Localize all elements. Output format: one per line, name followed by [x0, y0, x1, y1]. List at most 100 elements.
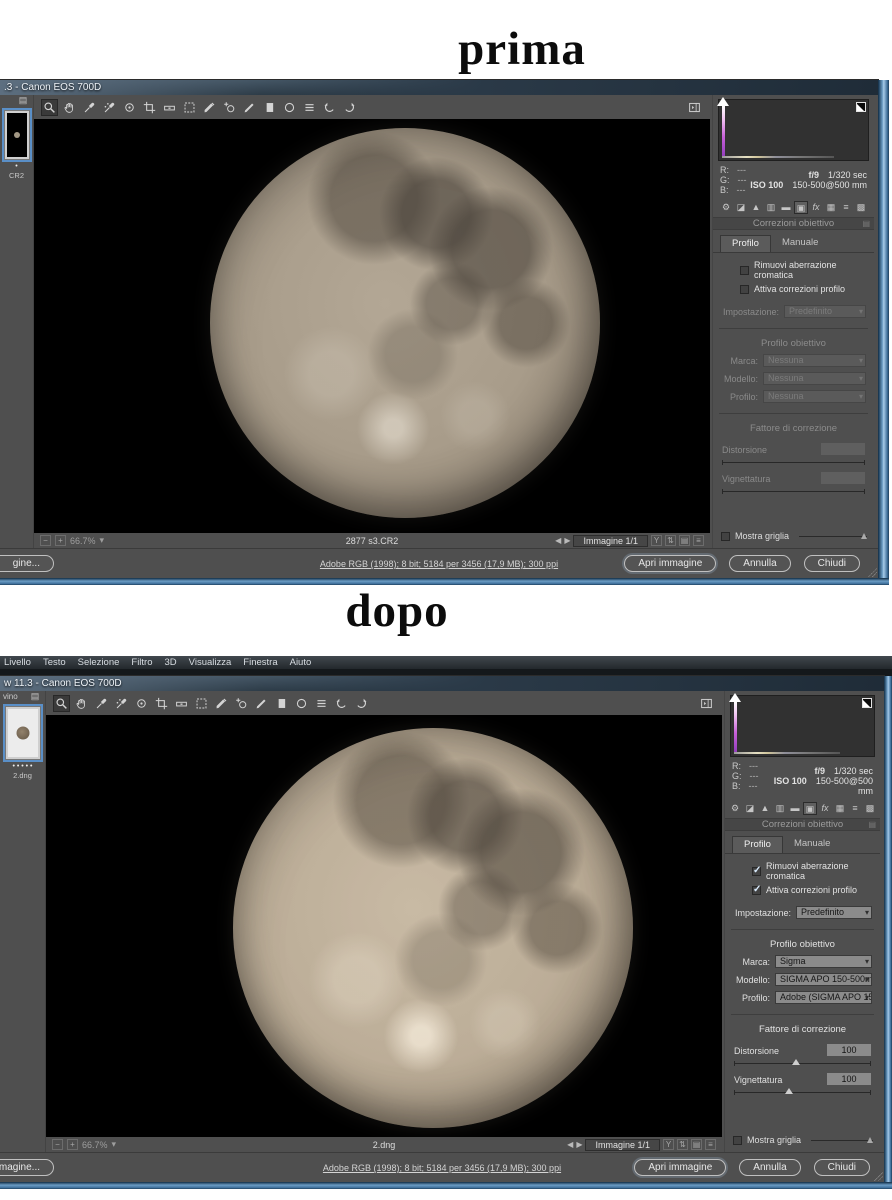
marca-dropdown[interactable]: Nessuna▾ — [763, 354, 866, 367]
snapshots-tab-icon[interactable]: ▩ — [854, 201, 868, 214]
targeted-adjustment-tool-icon[interactable] — [133, 695, 150, 712]
tab-manuale[interactable]: Manuale — [783, 836, 841, 853]
shadow-clipping-icon[interactable] — [717, 97, 729, 106]
zoom-tool-icon[interactable] — [41, 99, 58, 116]
thumbnail-selected[interactable] — [2, 108, 32, 162]
toggle-fullscreen-icon[interactable] — [686, 99, 703, 116]
thumbnail-rating[interactable]: • — [0, 163, 33, 170]
thumbnail-selected[interactable] — [3, 704, 43, 762]
modello-dropdown[interactable]: SIGMA APO 150-500mm F5-6...▾ — [775, 973, 872, 986]
radial-filter-tool-icon[interactable] — [293, 695, 310, 712]
show-grid-checkbox[interactable] — [721, 532, 730, 541]
toggle-fullscreen-icon[interactable] — [698, 695, 715, 712]
white-balance-tool-icon[interactable] — [81, 99, 98, 116]
distortion-value[interactable]: 100 — [827, 1044, 871, 1056]
split-toning-tab-icon[interactable]: ▬ — [788, 802, 802, 815]
hand-tool-icon[interactable] — [73, 695, 90, 712]
setting-dropdown[interactable]: Predefinito▾ — [784, 305, 866, 318]
zoom-in-button[interactable]: + — [67, 1139, 78, 1150]
straighten-tool-icon[interactable] — [161, 99, 178, 116]
snapshots-tab-icon[interactable]: ▩ — [863, 802, 877, 815]
open-image-button[interactable]: Apri immagine — [634, 1159, 726, 1176]
zoom-caret-icon[interactable]: ▾ — [100, 535, 105, 546]
zoom-out-button[interactable]: − — [52, 1139, 63, 1150]
preferences-icon[interactable] — [313, 695, 330, 712]
cancel-button[interactable]: Annulla — [729, 555, 790, 572]
image-preview[interactable] — [34, 119, 710, 533]
remove-chromatic-aberration-checkbox[interactable] — [752, 867, 761, 876]
zoom-out-button[interactable]: − — [40, 535, 51, 546]
zoom-caret-icon[interactable]: ▾ — [112, 1139, 117, 1150]
detail-tab-icon[interactable]: ▲ — [758, 802, 772, 815]
prev-image-button[interactable]: ◀ — [567, 1140, 573, 1149]
red-eye-tool-icon[interactable] — [233, 695, 250, 712]
tab-profilo[interactable]: Profilo — [732, 836, 783, 853]
section-menu-icon[interactable]: ▤ — [868, 819, 876, 831]
enable-profile-corrections-checkbox[interactable] — [740, 285, 749, 294]
zoom-level[interactable]: 66.7% — [82, 1140, 108, 1150]
highlight-clipping-icon[interactable] — [856, 102, 866, 112]
hsl-tab-icon[interactable]: ▥ — [773, 802, 787, 815]
filmstrip-menu-icon[interactable]: ▤ — [28, 690, 42, 703]
basic-tab-icon[interactable]: ⚙ — [728, 802, 742, 815]
preferences-icon[interactable] — [301, 99, 318, 116]
rotate-right-icon[interactable] — [353, 695, 370, 712]
effects-tab-icon[interactable]: fx — [809, 201, 823, 214]
marca-dropdown[interactable]: Sigma▾ — [775, 955, 872, 968]
hand-tool-icon[interactable] — [61, 99, 78, 116]
grid-size-slider[interactable] — [799, 536, 867, 537]
list-view-icon[interactable]: ≡ — [693, 535, 704, 546]
enable-profile-corrections-checkbox[interactable] — [752, 886, 761, 895]
tone-curve-tab-icon[interactable]: ◪ — [743, 802, 757, 815]
list-view-icon[interactable]: ≡ — [705, 1139, 716, 1150]
graduated-filter-tool-icon[interactable] — [261, 99, 278, 116]
window-titlebar[interactable]: w 11.3 - Canon EOS 700D — [0, 676, 884, 691]
adjustment-brush-tool-icon[interactable] — [253, 695, 270, 712]
red-eye-tool-icon[interactable] — [221, 99, 238, 116]
shadow-clipping-icon[interactable] — [729, 693, 741, 702]
basic-tab-icon[interactable]: ⚙ — [719, 201, 733, 214]
section-menu-icon[interactable]: ▤ — [862, 218, 870, 230]
next-image-button[interactable]: ▶ — [576, 1140, 582, 1149]
radial-filter-tool-icon[interactable] — [281, 99, 298, 116]
vignetting-slider[interactable] — [722, 491, 865, 492]
calibration-tab-icon[interactable]: ▦ — [824, 201, 838, 214]
grid-view-icon[interactable]: ▤ — [691, 1139, 702, 1150]
grid-view-icon[interactable]: ▤ — [679, 535, 690, 546]
close-button[interactable]: Chiudi — [804, 555, 860, 572]
spot-removal-tool-icon[interactable] — [213, 695, 230, 712]
hsl-tab-icon[interactable]: ▥ — [764, 201, 778, 214]
y-view-toggle[interactable]: Y — [651, 535, 662, 546]
presets-tab-icon[interactable]: ≡ — [839, 201, 853, 214]
transform-tool-icon[interactable] — [181, 99, 198, 116]
filmstrip-menu-icon[interactable]: ▤ — [16, 94, 30, 107]
tone-curve-tab-icon[interactable]: ◪ — [734, 201, 748, 214]
cancel-button[interactable]: Annulla — [739, 1159, 800, 1176]
crop-tool-icon[interactable] — [141, 99, 158, 116]
thumbnail-rating[interactable]: • • • • • — [0, 763, 45, 770]
graduated-filter-tool-icon[interactable] — [273, 695, 290, 712]
tab-manuale[interactable]: Manuale — [771, 235, 829, 252]
menu-filtro[interactable]: Filtro — [131, 657, 152, 668]
detail-tab-icon[interactable]: ▲ — [749, 201, 763, 214]
show-grid-checkbox[interactable] — [733, 1136, 742, 1145]
straighten-tool-icon[interactable] — [173, 695, 190, 712]
sort-icon[interactable]: ⇅ — [665, 535, 676, 546]
spot-removal-tool-icon[interactable] — [201, 99, 218, 116]
menu-finestra[interactable]: Finestra — [243, 657, 277, 668]
adjustment-brush-tool-icon[interactable] — [241, 99, 258, 116]
color-sampler-tool-icon[interactable] — [113, 695, 130, 712]
resize-grip[interactable] — [874, 1172, 883, 1181]
image-preview[interactable] — [46, 715, 722, 1137]
vignetting-slider[interactable] — [734, 1092, 871, 1093]
menu-livello[interactable]: Livello — [4, 657, 31, 668]
distortion-slider[interactable] — [734, 1063, 871, 1064]
prev-image-button[interactable]: ◀ — [555, 536, 561, 545]
rotate-left-icon[interactable] — [333, 695, 350, 712]
sort-icon[interactable]: ⇅ — [677, 1139, 688, 1150]
split-toning-tab-icon[interactable]: ▬ — [779, 201, 793, 214]
open-image-button[interactable]: Apri immagine — [624, 555, 716, 572]
window-titlebar[interactable]: .3 - Canon EOS 700D — [0, 80, 878, 95]
profilo-dropdown[interactable]: Nessuna▾ — [763, 390, 866, 403]
menu-visualizza[interactable]: Visualizza — [189, 657, 232, 668]
